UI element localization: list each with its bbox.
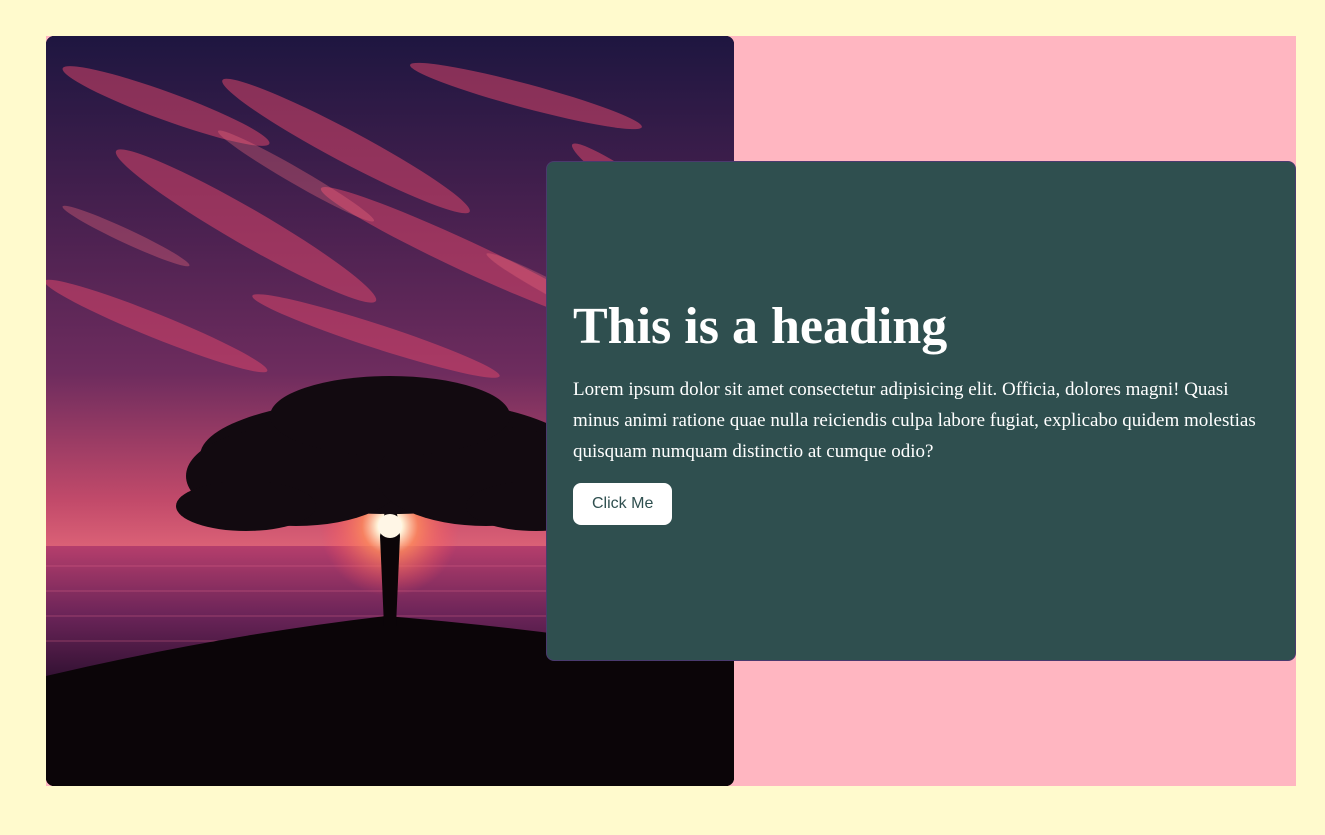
- panel-heading: This is a heading: [573, 297, 948, 355]
- click-me-button[interactable]: Click Me: [573, 483, 673, 526]
- card-area: This is a heading Lorem ipsum dolor sit …: [46, 36, 1296, 786]
- panel-body-text: Lorem ipsum dolor sit amet consectetur a…: [573, 379, 1256, 463]
- content-panel: This is a heading Lorem ipsum dolor sit …: [546, 161, 1296, 661]
